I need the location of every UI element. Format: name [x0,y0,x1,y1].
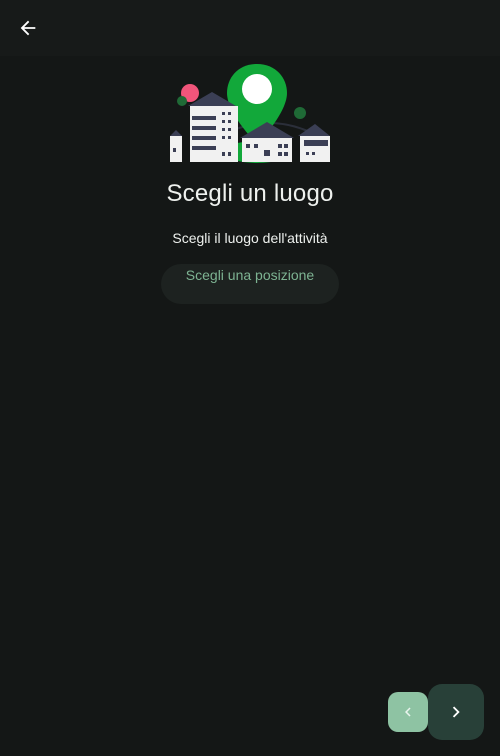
choose-location-label: Scegli una posizione [185,267,315,283]
previous-step-button[interactable] [388,692,428,732]
next-step-button[interactable] [428,684,484,740]
location-picker-screen: Scegli un luogo Scegli il luogo dell'att… [0,0,500,756]
chevron-left-icon [405,707,411,717]
page-title: Scegli un luogo [166,180,334,207]
green-dot-decoration [177,96,187,106]
small-house-left [170,130,182,162]
location-illustration [170,62,330,166]
green-dot-decoration [294,107,306,119]
back-button[interactable] [10,10,46,46]
choose-location-button[interactable]: Scegli una posizione [161,264,339,304]
top-app-bar [0,0,500,56]
chevron-right-icon [452,706,460,718]
arrow-left-icon [20,20,36,36]
page-subtitle: Scegli il luogo dell'attività [172,230,328,246]
